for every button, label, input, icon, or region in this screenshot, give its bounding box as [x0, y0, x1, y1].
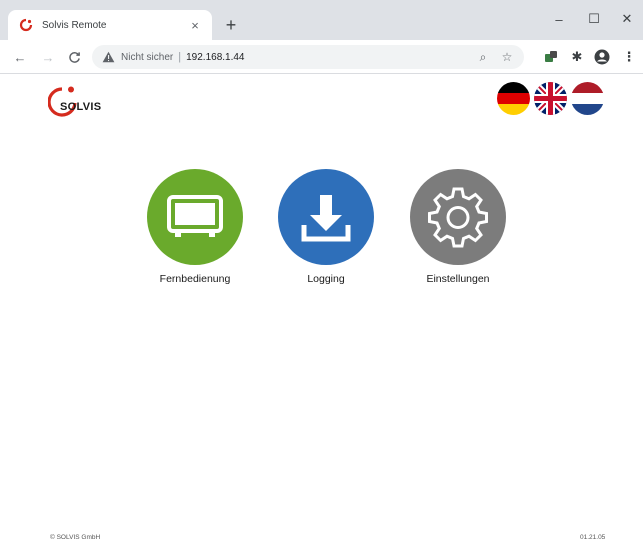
- profile-glyph-icon: [594, 49, 610, 65]
- remote-screen-icon: [167, 195, 223, 237]
- version-text: 01.21.05: [580, 534, 606, 541]
- address-bar[interactable]: Nicht sicher | 192.168.1.44 ⌕ ☆: [92, 45, 524, 69]
- solvis-favicon-icon: [18, 17, 34, 33]
- flag-germany-icon: [497, 82, 530, 115]
- search-icon[interactable]: ⌕: [474, 48, 492, 66]
- page-content: SOLVIS Fernbedienung Logging Einstellung…: [0, 74, 643, 549]
- main-menu: Fernbedienung Logging Einstellungen: [130, 169, 520, 299]
- logging-button[interactable]: Logging: [266, 169, 386, 289]
- browser-toolbar: ← → Nicht sicher | 192.168.1.44 ⌕ ☆ ✱ ⋮: [0, 40, 643, 74]
- security-status-label[interactable]: Nicht sicher: [121, 52, 173, 63]
- einstellungen-button[interactable]: Einstellungen: [398, 169, 518, 289]
- profile-icon[interactable]: [592, 47, 612, 67]
- logging-label: Logging: [307, 273, 345, 285]
- reload-icon[interactable]: [64, 47, 84, 67]
- einstellungen-label: Einstellungen: [426, 273, 490, 285]
- language-selector: [497, 82, 607, 116]
- extension-icon[interactable]: [541, 47, 561, 67]
- download-icon: [301, 195, 351, 242]
- copyright-text: © SOLVIS GmbH: [50, 534, 101, 541]
- reload-glyph-icon: [68, 51, 80, 63]
- browser-tab[interactable]: Solvis Remote ×: [8, 10, 212, 40]
- warning-triangle-icon: [102, 51, 115, 63]
- window-maximize-button[interactable]: ☐: [580, 8, 608, 30]
- gear-icon: [428, 187, 488, 248]
- einstellungen-circle: [410, 169, 506, 265]
- tab-strip: Solvis Remote × + – ☐ ✕: [0, 0, 643, 40]
- flag-en-button[interactable]: [534, 82, 567, 115]
- puzzle-icon[interactable]: ✱: [567, 47, 587, 67]
- extension-glyph-icon: [545, 51, 557, 62]
- flag-de-button[interactable]: [497, 82, 530, 115]
- flag-netherlands-icon: [571, 82, 604, 115]
- browser-chrome: Solvis Remote × + – ☐ ✕ ← → Nicht sicher…: [0, 0, 643, 74]
- forward-arrow-icon[interactable]: →: [38, 47, 58, 67]
- svg-text:SOLVIS: SOLVIS: [60, 101, 101, 113]
- tab-close-icon[interactable]: ×: [186, 16, 204, 34]
- new-tab-button[interactable]: +: [220, 14, 242, 36]
- url-text[interactable]: 192.168.1.44: [186, 52, 468, 63]
- menu-icon[interactable]: ⋮: [619, 47, 639, 67]
- flag-nl-button[interactable]: [571, 82, 604, 115]
- solvis-logo: SOLVIS: [48, 86, 101, 117]
- fernbedienung-circle: [147, 169, 243, 265]
- back-arrow-icon[interactable]: ←: [10, 47, 30, 67]
- tab-title: Solvis Remote: [42, 19, 107, 31]
- star-icon[interactable]: ☆: [498, 48, 516, 66]
- flag-uk-icon: [534, 82, 567, 115]
- fernbedienung-button[interactable]: Fernbedienung: [135, 169, 255, 289]
- window-close-button[interactable]: ✕: [613, 8, 641, 30]
- url-separator: |: [178, 51, 182, 63]
- window-minimize-button[interactable]: –: [545, 8, 573, 30]
- fernbedienung-label: Fernbedienung: [159, 273, 231, 285]
- logging-circle: [278, 169, 374, 265]
